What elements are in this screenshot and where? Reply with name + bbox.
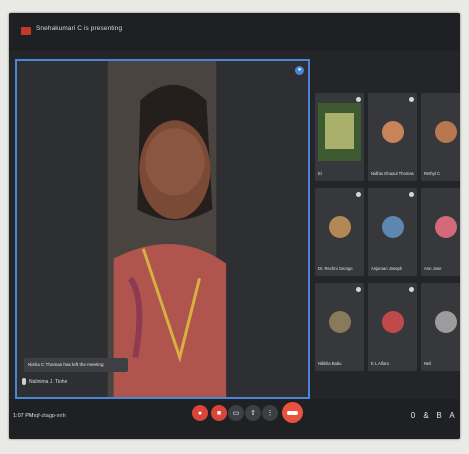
- activities-icon[interactable]: A: [448, 411, 456, 420]
- participant-name: Rethyl C: [424, 171, 441, 176]
- participant-tile[interactable]: Neil: [421, 283, 460, 371]
- mute-icon: [356, 97, 361, 102]
- presenting-label: Snehakumari C is presenting: [36, 25, 123, 32]
- top-bar: Snehakumari C is presenting: [9, 13, 460, 51]
- participant-name: Neil: [424, 361, 432, 366]
- participant-tile[interactable]: Ann Jose: [421, 188, 460, 276]
- meeting-code: hqf-ztagp-xnh: [32, 413, 66, 419]
- avatar: [434, 310, 457, 333]
- meet-window: Snehakumari C is presenting ● Nisha C Th…: [9, 13, 460, 439]
- participant-name: K L Alfaro: [371, 361, 390, 366]
- participant-tile[interactable]: El: [315, 93, 364, 181]
- main-name-row: Nalinima J. Tiohe: [22, 378, 67, 385]
- bottom-bar: 1:07 PM hqf-ztagp-xnh ● ■ ▭ ⇧ ⋮ 0 & B A: [9, 399, 460, 439]
- participant-tile[interactable]: K L Alfaro: [368, 283, 417, 371]
- participant-tile[interactable]: Nikhila Babu: [315, 283, 364, 371]
- people-icon[interactable]: &: [422, 411, 430, 420]
- captions-button[interactable]: ▭: [228, 405, 244, 421]
- participant-name: Dr. Rechni George: [318, 266, 353, 271]
- mic-icon: [22, 378, 26, 385]
- participant-tile[interactable]: Nidhia Ghaoul Thomas: [368, 93, 417, 181]
- avatar: [381, 120, 404, 143]
- mute-icon: [409, 192, 414, 197]
- avatar: [381, 310, 404, 333]
- mic-off-button[interactable]: ●: [192, 405, 208, 421]
- avatar: [328, 215, 351, 238]
- chat-icon[interactable]: B: [435, 411, 443, 420]
- more-options-button[interactable]: ⋮: [262, 405, 278, 421]
- present-button[interactable]: ⇧: [245, 405, 261, 421]
- participant-name: Ann Jose: [424, 266, 442, 271]
- avatar: [381, 215, 404, 238]
- camera-off-button[interactable]: ■: [211, 405, 227, 421]
- end-call-button[interactable]: [282, 402, 303, 423]
- participant-tile[interactable]: Dr. Rechni George: [315, 188, 364, 276]
- avatar: [328, 310, 351, 333]
- mute-icon: [409, 97, 414, 102]
- participant-name: El: [318, 171, 322, 176]
- right-controls: 0 & B A: [409, 411, 456, 420]
- participant-image: [318, 103, 361, 161]
- pin-icon[interactable]: ●: [295, 66, 304, 75]
- main-participant-name: Nalinima J. Tiohe: [29, 378, 68, 385]
- mute-icon: [409, 287, 414, 292]
- left-meeting-toast: Nisha C Thomas has left the meeting: [24, 358, 128, 372]
- avatar: [434, 120, 457, 143]
- mute-icon: [356, 287, 361, 292]
- mute-icon: [356, 192, 361, 197]
- info-icon[interactable]: 0: [409, 411, 417, 420]
- avatar: [434, 215, 457, 238]
- participant-name: Anjuman Joseph: [371, 266, 403, 271]
- participant-tile[interactable]: Anjuman Joseph: [368, 188, 417, 276]
- main-participant-tile[interactable]: ● Nisha C Thomas has left the meeting Na…: [15, 59, 310, 399]
- participant-name: Nikhila Babu: [318, 361, 342, 366]
- participant-tile[interactable]: Rethyl C: [421, 93, 460, 181]
- presentation-icon: [21, 27, 31, 35]
- clock: 1:07 PM: [13, 413, 34, 419]
- participant-name: Nidhia Ghaoul Thomas: [371, 171, 414, 176]
- main-video: [17, 61, 308, 397]
